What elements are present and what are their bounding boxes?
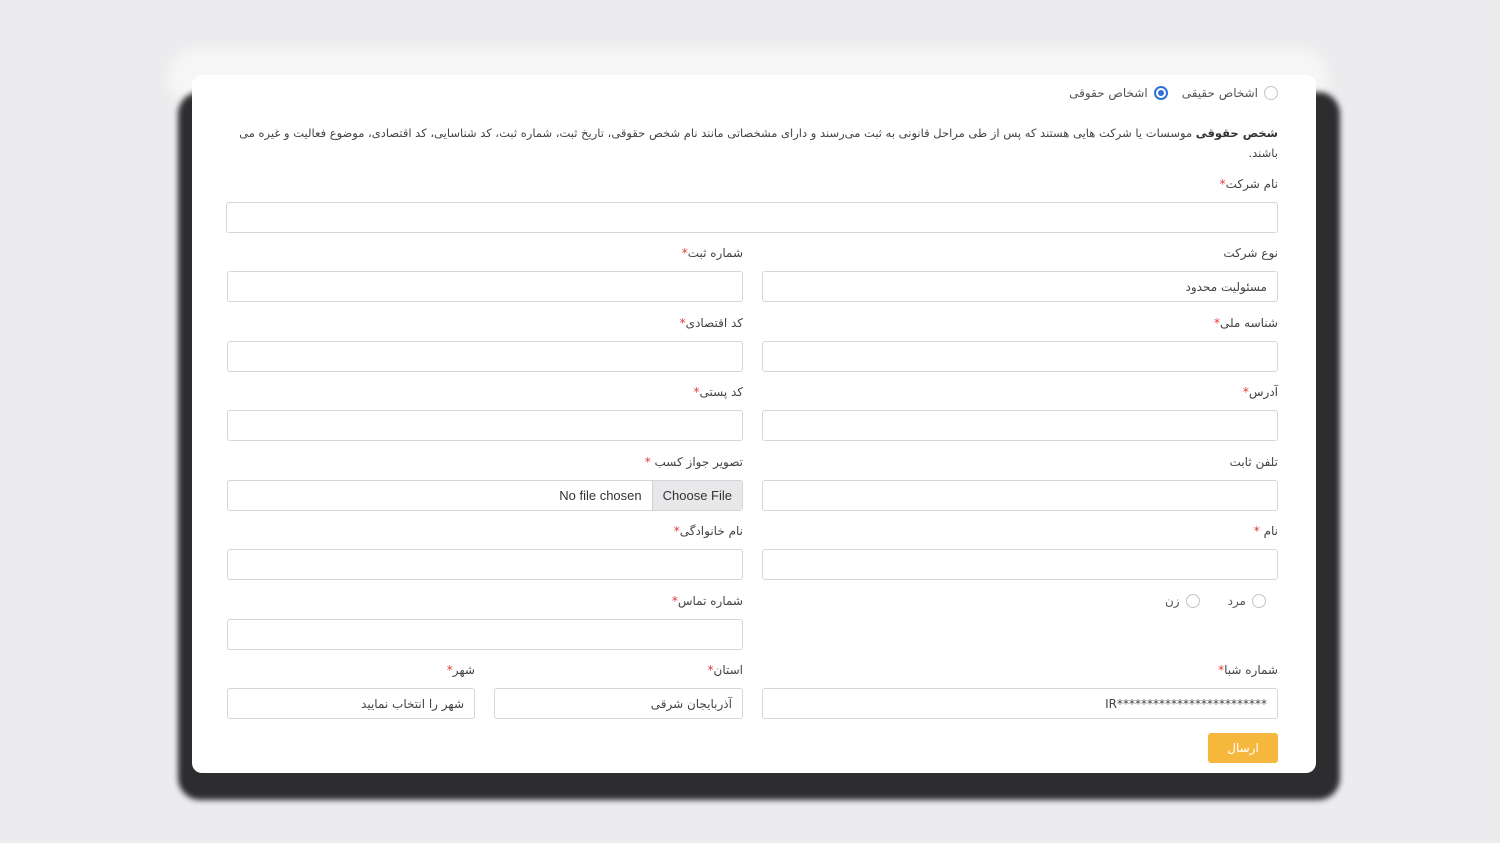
company-type-label: نوع شرکت	[1223, 246, 1278, 260]
company-name-label-text: نام شرکت	[1225, 177, 1278, 191]
registration-number-label: شماره ثبت*	[682, 246, 743, 260]
radio-legal-person-circle[interactable]	[1153, 86, 1168, 100]
national-id-label-text: شناسه ملی	[1219, 316, 1278, 330]
national-id-label: شناسه ملی*	[1214, 316, 1278, 330]
contact-number-label: شماره تماس*	[672, 594, 743, 608]
description-bold: شخص حقوقی	[1195, 126, 1278, 140]
first-name-input[interactable]	[762, 549, 1278, 580]
radio-legal-person[interactable]: اشخاص حقوقی	[1069, 86, 1168, 100]
company-type-select[interactable]: مسئولیت محدود	[762, 271, 1278, 302]
license-image-label-text: تصویر جواز کسب	[654, 455, 743, 469]
address-input[interactable]	[762, 410, 1278, 441]
landline-label: تلفن ثابت	[1229, 455, 1278, 469]
license-image-label: تصویر جواز کسب *	[645, 455, 743, 469]
legal-entity-form: اشخاص حقیقی اشخاص حقوقی شخص حقوقی موسسات…	[192, 75, 1316, 773]
legal-person-description: شخص حقوقی موسسات یا شرکت هایی هستند که پ…	[238, 123, 1278, 163]
radio-female-circle[interactable]	[1185, 594, 1200, 608]
gender-radio-group: مرد زن	[1165, 594, 1266, 608]
required-mark: *	[1253, 524, 1260, 538]
first-name-label: نام *	[1254, 524, 1278, 538]
province-label: استان*	[708, 663, 743, 677]
file-status-text: No file chosen	[559, 488, 642, 503]
radio-real-person-circle[interactable]	[1264, 86, 1278, 100]
radio-female-label: زن	[1164, 594, 1180, 608]
city-label: شهر*	[447, 663, 475, 677]
economic-code-label-text: کد اقتصادی	[685, 316, 743, 330]
radio-legal-person-label: اشخاص حقوقی	[1069, 86, 1148, 100]
sheba-input[interactable]: IR*************************	[762, 688, 1278, 719]
radio-real-person[interactable]: اشخاص حقیقی	[1182, 86, 1278, 100]
radio-real-person-label: اشخاص حقیقی	[1181, 86, 1258, 100]
sheba-label-text: شماره شبا	[1224, 663, 1278, 677]
city-label-text: شهر	[452, 663, 475, 677]
license-image-file-input[interactable]: No file chosen Choose File	[227, 480, 743, 511]
economic-code-input[interactable]	[227, 341, 743, 372]
sheba-label: شماره شبا*	[1218, 663, 1278, 677]
submit-button[interactable]: ارسال	[1208, 733, 1278, 763]
landline-input[interactable]	[762, 480, 1278, 511]
first-name-label-text: نام	[1263, 524, 1278, 538]
province-select[interactable]: آذربایجان شرقی	[494, 688, 743, 719]
city-select[interactable]: شهر را انتخاب نمایید	[227, 688, 475, 719]
address-label: آدرس*	[1243, 385, 1278, 399]
registration-number-label-text: شماره ثبت	[687, 246, 743, 260]
province-label-text: استان	[713, 663, 743, 677]
choose-file-button[interactable]: Choose File	[651, 481, 742, 510]
radio-male-label: مرد	[1227, 594, 1246, 608]
required-mark: *	[644, 455, 651, 469]
radio-male[interactable]: مرد	[1228, 594, 1266, 608]
radio-female[interactable]: زن	[1165, 594, 1200, 608]
person-type-switch: اشخاص حقیقی اشخاص حقوقی	[1069, 86, 1278, 100]
contact-number-input[interactable]	[227, 619, 743, 650]
economic-code-label: کد اقتصادی*	[680, 316, 743, 330]
address-label-text: آدرس	[1248, 385, 1278, 399]
description-text: موسسات یا شرکت هایی هستند که پس از طی مر…	[239, 126, 1278, 160]
last-name-label: نام خانوادگی*	[674, 524, 743, 538]
company-name-label: نام شرکت*	[1220, 177, 1278, 191]
postal-code-label: کد پستی*	[694, 385, 744, 399]
last-name-input[interactable]	[227, 549, 743, 580]
national-id-input[interactable]	[762, 341, 1278, 372]
company-name-input[interactable]	[226, 202, 1278, 233]
postal-code-label-text: کد پستی	[699, 385, 744, 399]
last-name-label-text: نام خانوادگی	[679, 524, 743, 538]
registration-number-input[interactable]	[227, 271, 743, 302]
postal-code-input[interactable]	[227, 410, 743, 441]
contact-number-label-text: شماره تماس	[677, 594, 743, 608]
radio-male-circle[interactable]	[1252, 594, 1266, 608]
